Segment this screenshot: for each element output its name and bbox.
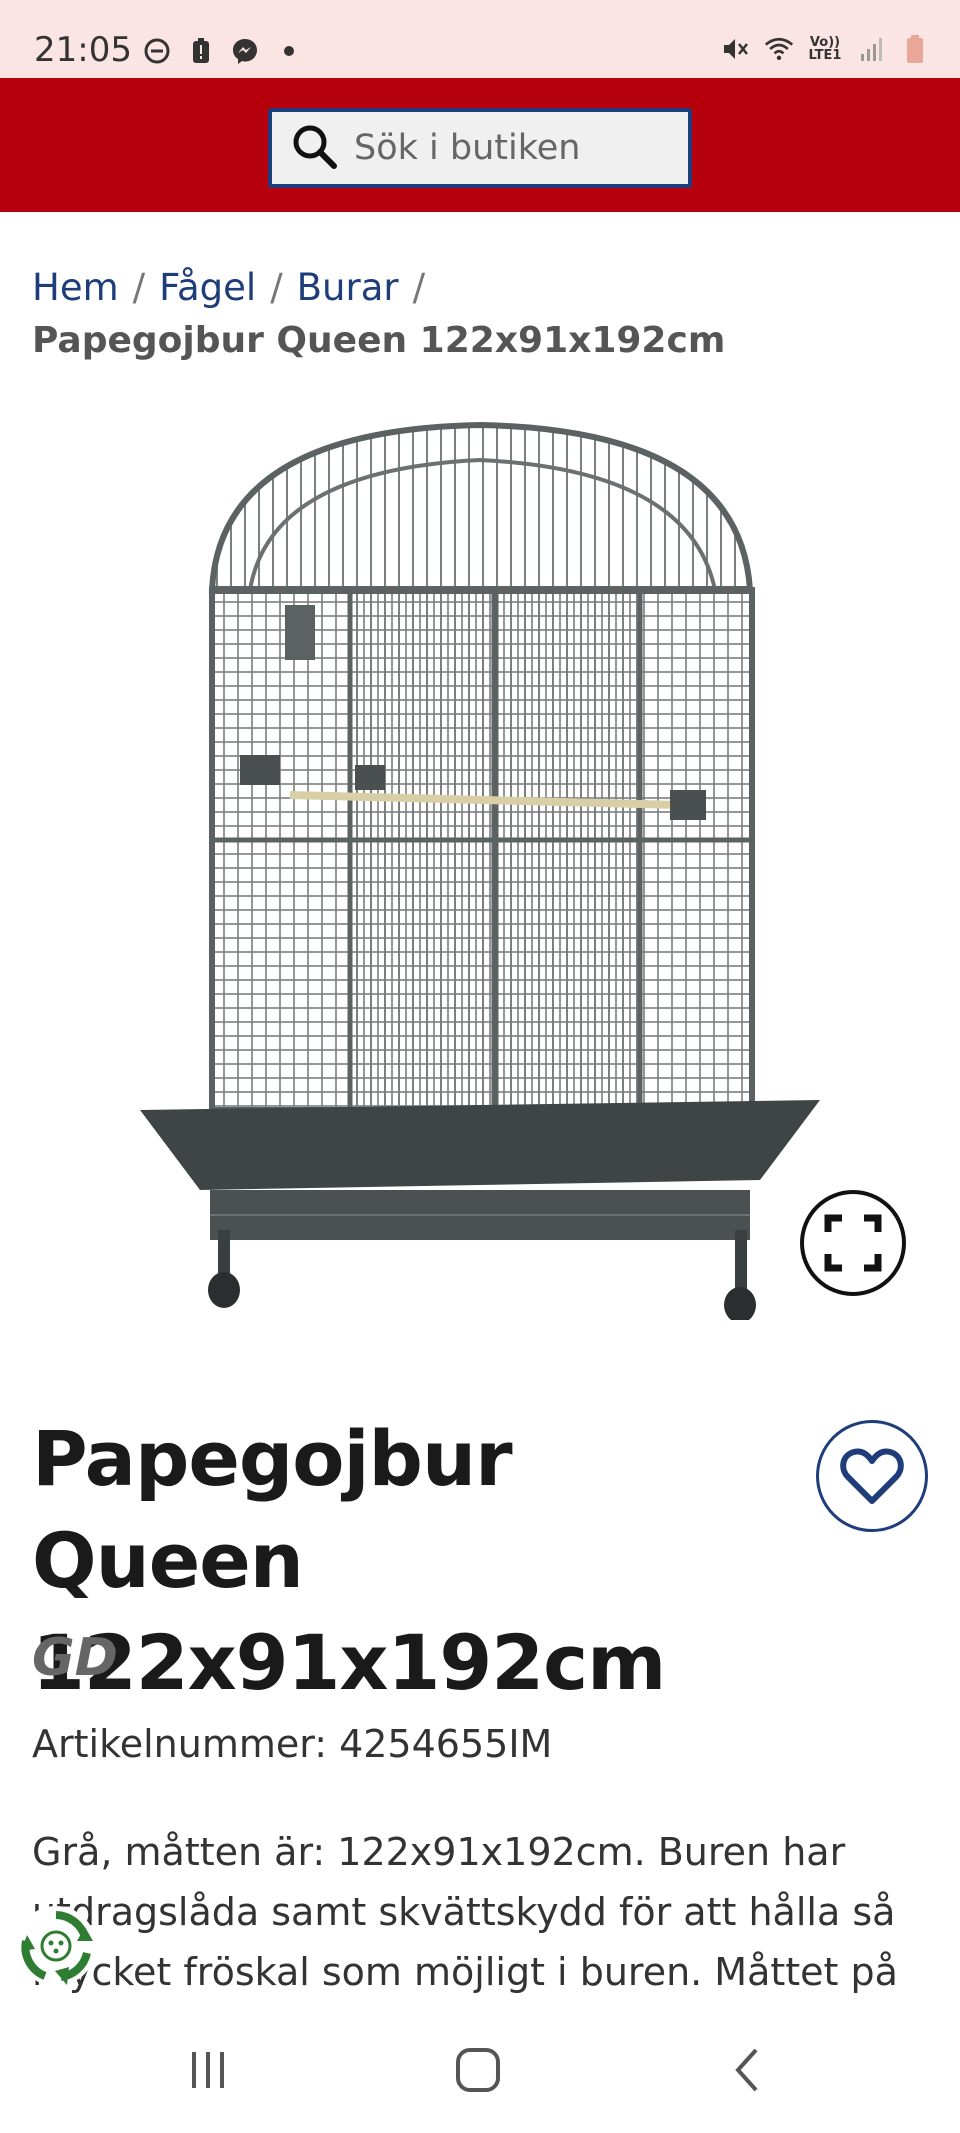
home-button[interactable]	[448, 2040, 508, 2100]
system-navigation-bar	[0, 2010, 960, 2133]
search-input[interactable]: Sök i butiken	[268, 108, 692, 188]
favorite-button[interactable]	[816, 1420, 928, 1532]
breadcrumb: Hem / Fågel / Burar /	[32, 266, 425, 309]
breadcrumb-separator: /	[412, 266, 426, 309]
site-header: Sök i butiken	[0, 78, 960, 212]
heart-icon	[840, 1448, 904, 1504]
battery-alert-icon	[186, 36, 216, 66]
signal-icon	[856, 34, 886, 64]
eco-badge-button[interactable]	[16, 1906, 96, 1986]
search-placeholder: Sök i butiken	[354, 128, 581, 168]
product-title: Papegojbur Queen 122x91x192cm	[32, 1414, 666, 1707]
product-image[interactable]	[140, 420, 820, 1320]
messenger-icon	[230, 36, 260, 66]
recycle-icon	[21, 1911, 93, 1985]
battery-icon	[900, 34, 930, 64]
status-time: 21:05	[34, 30, 132, 70]
breadcrumb-link-home[interactable]: Hem	[32, 266, 119, 309]
status-notification-icons	[142, 36, 304, 66]
more-notifications-dot-icon	[274, 36, 304, 66]
recent-apps-icon	[192, 2052, 224, 2088]
dnd-icon	[142, 36, 172, 66]
breadcrumb-separator: /	[270, 266, 283, 309]
status-system-icons: Vo)) LTE1	[720, 34, 930, 64]
back-button[interactable]	[718, 2040, 778, 2100]
breadcrumb-link-bird[interactable]: Fågel	[159, 266, 256, 309]
search-icon	[293, 125, 337, 169]
network-label: Vo)) LTE1	[808, 35, 842, 63]
mute-icon	[720, 34, 750, 64]
product-sku: Artikelnummer: 4254655IM	[32, 1722, 553, 1766]
back-icon	[735, 2048, 758, 2092]
product-brand[interactable]: GD	[32, 1628, 118, 1688]
home-icon	[456, 2048, 500, 2092]
product-description: Grå, måtten är: 122x91x192cm. Buren har …	[32, 1830, 898, 1994]
breadcrumb-link-cages[interactable]: Burar	[297, 266, 399, 309]
breadcrumb-separator: /	[132, 266, 146, 309]
fullscreen-button[interactable]	[800, 1190, 906, 1296]
fullscreen-icon	[824, 1214, 882, 1272]
wifi-icon	[764, 34, 794, 64]
status-bar: 21:05 Vo)) LTE1	[0, 0, 960, 78]
breadcrumb-current: Papegojbur Queen 122x91x192cm	[32, 320, 726, 361]
recent-apps-button[interactable]	[178, 2040, 238, 2100]
